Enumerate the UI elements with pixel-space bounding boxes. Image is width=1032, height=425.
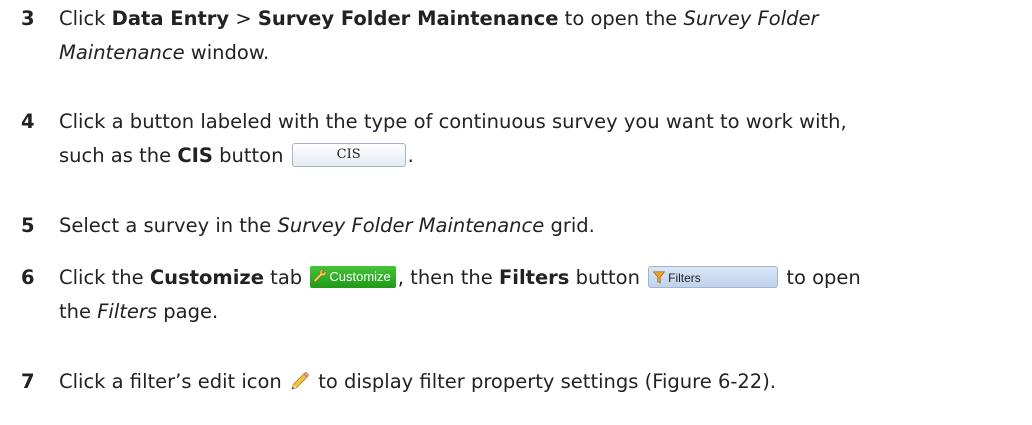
text-run: , then the [397,266,499,289]
wrench-icon [313,269,327,283]
menu-name: Data Entry [111,7,230,30]
text-run: grid. [544,214,595,237]
text-run: Click the [59,266,150,289]
page-name: Filters [97,300,158,323]
step-text: Click a button labeled with the type of … [59,110,847,133]
text-run: to open the [558,7,684,30]
text-run: to display filter property settings (Fig… [312,370,777,393]
text-run: tab [263,266,309,289]
step-number: 3 [21,7,35,30]
step-text: Click the Customize tab Customize , then … [59,262,861,294]
button-name: CIS [177,144,213,167]
cis-button[interactable]: CIS [291,142,406,167]
text-run: such as the [59,144,178,167]
text-run: the [59,300,98,323]
step-number: 7 [21,370,35,393]
step-number: 4 [21,110,35,133]
window-name: Survey Folder [683,7,819,30]
funnel-icon [653,271,666,284]
step-text: Click a filter’s edit icon to display fi… [59,366,776,398]
button-name: Filters [498,266,570,289]
instruction-document: 3 Click Data Entry > Survey Folder Maint… [0,0,1032,425]
text-run: button [212,144,290,167]
text-run: window. [184,41,270,64]
step-text: Click Data Entry > Survey Folder Mainten… [59,3,819,35]
text-run: to open [780,266,861,289]
step-text: Select a survey in the Survey Folder Mai… [59,210,595,242]
step-text: such as the CIS button CIS. [59,140,414,172]
text-run: . [407,144,414,167]
step-text: Maintenance window. [59,37,269,69]
text-run: Click a filter’s edit icon [59,370,288,393]
filters-button[interactable]: Filters [648,265,779,288]
pencil-icon[interactable] [289,370,311,392]
menu-item-name: Survey Folder Maintenance [257,7,559,30]
text-run: > [229,7,258,30]
step-number: 6 [21,266,35,289]
step-text: the Filters page. [59,296,218,328]
customize-tab-label: Customize [329,268,391,284]
text-run: Select a survey in the [59,214,278,237]
filters-button-label: Filters [668,270,701,285]
grid-name: Survey Folder Maintenance [277,214,545,237]
step-number: 5 [21,214,35,237]
text-run: Click [59,7,112,30]
tab-name: Customize [149,266,264,289]
customize-tab[interactable]: Customize [310,265,396,288]
window-name: Maintenance [59,41,185,64]
text-run: page. [157,300,219,323]
text-run: button [569,266,647,289]
